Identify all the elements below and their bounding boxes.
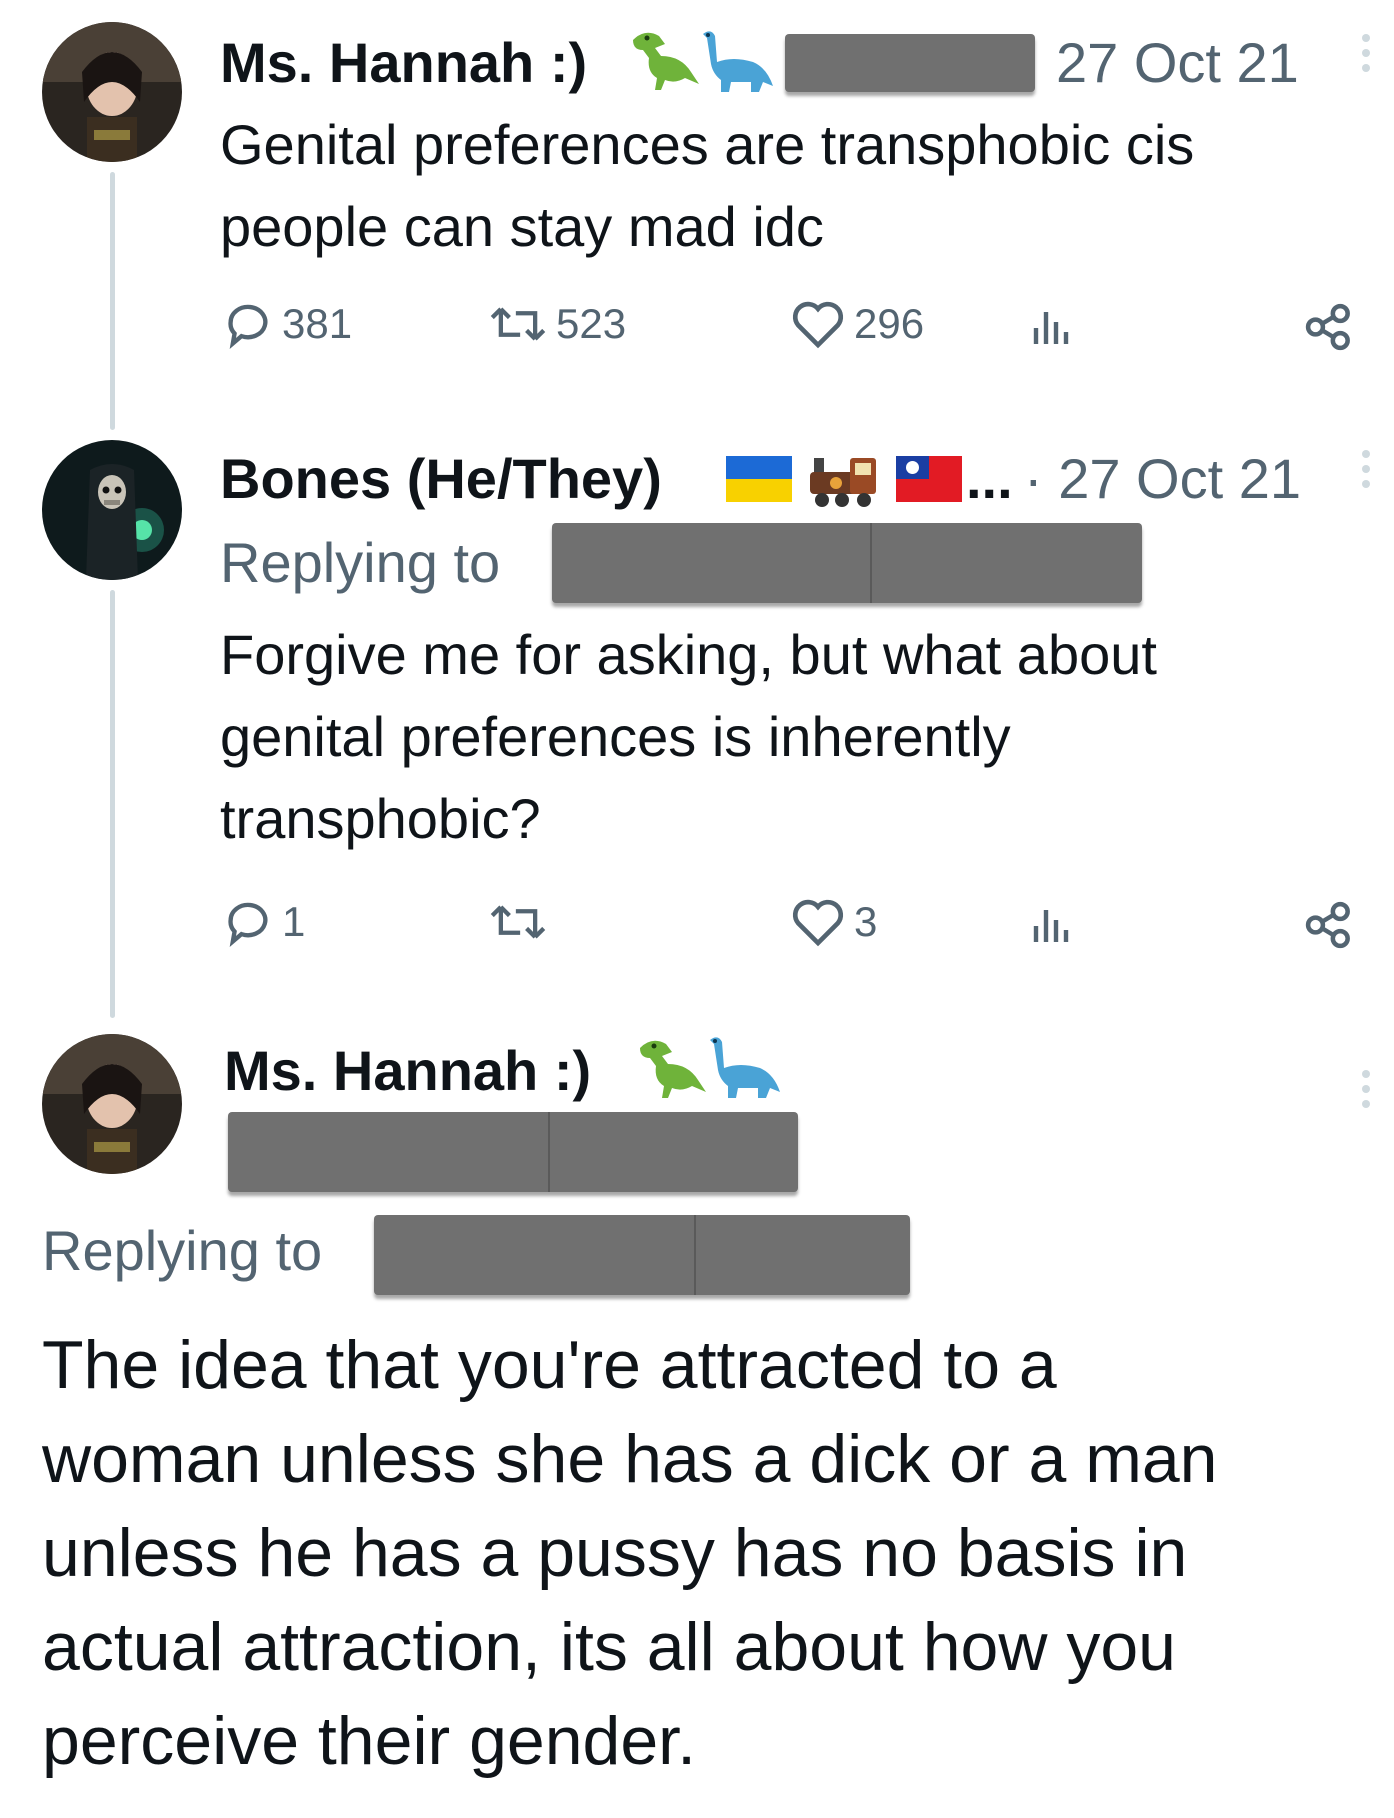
analytics-icon [1033, 910, 1069, 942]
tweet1-text: Genital preferences are transphobic cis … [220, 104, 1194, 268]
tweet2-more-options-icon[interactable] [1362, 450, 1370, 488]
retweet-icon [490, 307, 546, 341]
avatar-ms-hannah[interactable] [42, 1034, 182, 1174]
taiwan-flag-icon [896, 456, 962, 502]
tweet3-more-options-icon[interactable] [1362, 1070, 1370, 1108]
tweet2-reply-count: 1 [282, 898, 306, 945]
redacted-handle [228, 1112, 798, 1192]
tweet1-reply-count: 381 [282, 300, 353, 347]
locomotive-icon [806, 448, 886, 510]
tweet1-like-button[interactable]: 296 [790, 298, 924, 350]
tweet2-date[interactable]: · 27 Oct 21 [1024, 446, 1301, 511]
tweet3-text-line: perceive their gender. [42, 1703, 696, 1779]
tweet2-like-button[interactable]: 3 [790, 896, 877, 948]
tweet1-like-count: 296 [854, 300, 925, 347]
avatar-bones[interactable] [42, 440, 182, 580]
dinosaur-trex-icon [625, 26, 703, 92]
redacted-reply-handle [552, 523, 1142, 603]
tweet3-text-line: woman unless she has a dick or a man [42, 1421, 1218, 1497]
tweet2-retweet-button[interactable] [488, 896, 556, 948]
redacted-handle [785, 34, 1035, 92]
tweet1-text-line: people can stay mad idc [220, 195, 824, 258]
tweet2-text-line: genital preferences is inherently [220, 705, 1011, 768]
tweet3-text-line: actual attraction, its all about how you [42, 1609, 1176, 1685]
share-icon [1305, 303, 1350, 351]
redacted-reply-handle [374, 1215, 910, 1295]
tweet1-retweet-count: 523 [556, 300, 627, 347]
tweet2-views-button[interactable] [1030, 902, 1074, 946]
reply-icon [228, 902, 268, 948]
tweet2-text: Forgive me for asking, but what about ge… [220, 614, 1157, 860]
heart-icon [792, 301, 844, 349]
heart-icon [792, 899, 844, 947]
tweet1-retweet-button[interactable]: 523 [488, 298, 626, 350]
tweet1-share-button[interactable] [1302, 300, 1356, 354]
tweet3-replying-to-label: Replying to [42, 1219, 323, 1282]
reply-icon [228, 304, 268, 350]
tweet2-text-line: Forgive me for asking, but what about [220, 623, 1157, 686]
dinosaur-sauropod-icon [700, 1034, 782, 1100]
tweet3-author-name[interactable]: Ms. Hannah :) [224, 1038, 591, 1103]
tweet1-reply-button[interactable]: 381 [222, 298, 352, 350]
tweet1-text-line: Genital preferences are transphobic cis [220, 113, 1195, 176]
dinosaur-trex-icon [632, 1034, 710, 1100]
thread-connector-line [110, 172, 115, 430]
tweet1-more-options-icon[interactable] [1362, 34, 1370, 72]
tweet3-text-line: The idea that you're attracted to a [42, 1327, 1057, 1403]
analytics-icon [1033, 312, 1069, 344]
tweet2-like-count: 3 [854, 898, 878, 945]
thread-connector-line [110, 590, 115, 1018]
tweet1-author-name[interactable]: Ms. Hannah :) [220, 30, 587, 95]
tweet2-author-name[interactable]: Bones (He/They) [220, 446, 662, 511]
tweet1-views-button[interactable] [1030, 304, 1074, 348]
tweet1-date[interactable]: 27 Oct 21 [1056, 30, 1299, 95]
tweet3-text-line: unless he has a pussy has no basis in [42, 1515, 1188, 1591]
avatar-ms-hannah[interactable] [42, 22, 182, 162]
tweet2-replying-to-label: Replying to [220, 531, 501, 594]
tweet3-text: The idea that you're attracted to a woma… [42, 1318, 1218, 1788]
dinosaur-sauropod-icon [693, 28, 775, 94]
tweet2-reply-button[interactable]: 1 [222, 896, 305, 948]
tweet2-share-button[interactable] [1302, 898, 1356, 952]
retweet-icon [490, 905, 546, 939]
tweet2-text-line: transphobic? [220, 787, 541, 850]
ukraine-flag-icon [726, 456, 792, 502]
tweet2-name-ellipsis: ... [966, 447, 1013, 510]
share-icon [1305, 901, 1350, 949]
